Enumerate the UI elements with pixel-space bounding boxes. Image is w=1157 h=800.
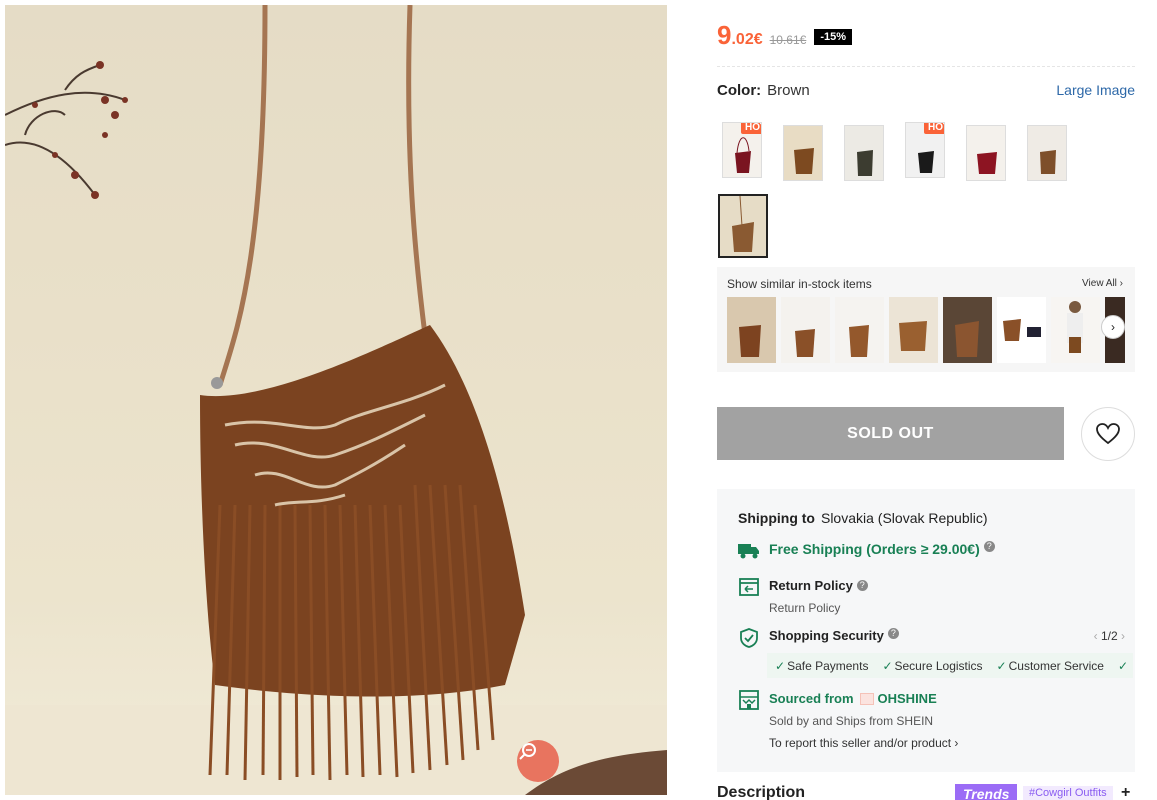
- similar-item[interactable]: [1051, 297, 1100, 363]
- return-policy-sub: Return Policy: [769, 601, 841, 615]
- return-policy-title: Return Policy: [769, 578, 853, 593]
- security-features: ✓ Safe Payments ✓ Secure Logistics ✓ Custom…: [767, 653, 1133, 678]
- feature-item: ✓ Safe Payments: [775, 658, 869, 673]
- expand-plus-icon[interactable]: +: [1121, 784, 1130, 800]
- chevron-right-icon[interactable]: ›: [1121, 629, 1125, 643]
- similar-title: Show similar in-stock items: [727, 277, 872, 291]
- report-link[interactable]: To report this seller and/or product ›: [769, 736, 958, 750]
- hot-badge: HOT: [741, 123, 761, 134]
- price-row: 9.02€ 10.61€ -15%: [717, 20, 852, 51]
- brand-name[interactable]: OHSHINE: [878, 691, 937, 706]
- swatch[interactable]: [783, 125, 823, 181]
- help-icon[interactable]: ?: [887, 628, 899, 639]
- image-search-button[interactable]: [517, 740, 559, 782]
- shield-check-icon: [738, 628, 760, 648]
- feature-item: ✓ Customer Service: [996, 658, 1104, 673]
- help-icon[interactable]: ?: [983, 541, 995, 552]
- product-main-image[interactable]: [5, 5, 667, 795]
- color-value: Brown: [767, 82, 810, 99]
- similar-items-panel: Show similar in-stock items View All › ›: [717, 267, 1135, 372]
- truck-icon: [738, 541, 760, 561]
- swatch[interactable]: HOT: [905, 122, 945, 178]
- description-heading[interactable]: Description: [717, 784, 805, 800]
- return-box-icon: [738, 577, 760, 597]
- free-shipping-text: Free Shipping (Orders ≥ 29.00€): [769, 541, 980, 557]
- sale-price: 9.02€: [717, 20, 763, 50]
- security-pager[interactable]: ‹ 1/2 ›: [1094, 629, 1125, 643]
- similar-item[interactable]: [835, 297, 884, 363]
- divider: [717, 66, 1135, 67]
- trends-badge[interactable]: Trends: [955, 784, 1018, 800]
- brand-logo-icon: [859, 692, 874, 705]
- shopping-security-row[interactable]: Shopping Security ?: [738, 628, 899, 648]
- sourced-label: Sourced from: [769, 691, 854, 706]
- heart-icon: [1096, 423, 1120, 445]
- feature-item: ✓: [1117, 658, 1129, 673]
- feature-item: ✓ Secure Logistics: [882, 658, 983, 673]
- similar-item[interactable]: [781, 297, 830, 363]
- swatch[interactable]: HOT: [722, 122, 762, 178]
- wishlist-button[interactable]: [1081, 407, 1135, 461]
- similar-items-list: [727, 297, 1125, 363]
- sold-out-button[interactable]: SOLD OUT: [717, 407, 1064, 460]
- color-label: Color:: [717, 82, 762, 99]
- shipping-info-box: Shipping to Slovakia (Slovak Republic) Fr…: [717, 489, 1135, 772]
- large-image-link[interactable]: Large Image: [1056, 82, 1135, 99]
- fringe-bag-photo: [5, 5, 667, 795]
- free-shipping-row: Free Shipping (Orders ≥ 29.00€) ?: [738, 541, 995, 561]
- shipping-country[interactable]: Slovakia (Slovak Republic): [821, 510, 988, 526]
- chevron-right-icon: ›: [1111, 320, 1115, 334]
- similar-item[interactable]: [943, 297, 992, 363]
- trend-tag[interactable]: #Cowgirl Outfits: [1023, 786, 1113, 800]
- shipping-to: Shipping to Slovakia (Slovak Republic): [738, 510, 988, 526]
- swatch-selected[interactable]: [718, 194, 768, 258]
- discount-badge: -15%: [814, 29, 852, 45]
- shopping-security-title: Shopping Security: [769, 628, 884, 643]
- swatch[interactable]: [966, 125, 1006, 181]
- similar-item[interactable]: [997, 297, 1046, 363]
- original-price: 10.61€: [769, 33, 807, 47]
- sold-by-text: Sold by and Ships from SHEIN: [769, 714, 934, 728]
- help-icon[interactable]: ?: [856, 580, 868, 592]
- search-image-icon: [519, 743, 536, 760]
- return-policy-row[interactable]: Return Policy? Return Policy: [738, 577, 868, 615]
- chevron-left-icon[interactable]: ‹: [1094, 629, 1098, 643]
- store-icon: [738, 690, 760, 710]
- sourced-row: Sourced from OHSHINE Sold by and Ships fr…: [738, 690, 958, 750]
- similar-next-button[interactable]: ›: [1101, 315, 1125, 339]
- view-all-link[interactable]: View All ›: [1082, 278, 1123, 289]
- swatch[interactable]: [844, 125, 884, 181]
- similar-item[interactable]: [727, 297, 776, 363]
- color-row: Color: Brown Large Image: [717, 82, 1135, 99]
- swatch[interactable]: [1027, 125, 1067, 181]
- similar-item[interactable]: [889, 297, 938, 363]
- hot-badge: HOT: [924, 123, 944, 134]
